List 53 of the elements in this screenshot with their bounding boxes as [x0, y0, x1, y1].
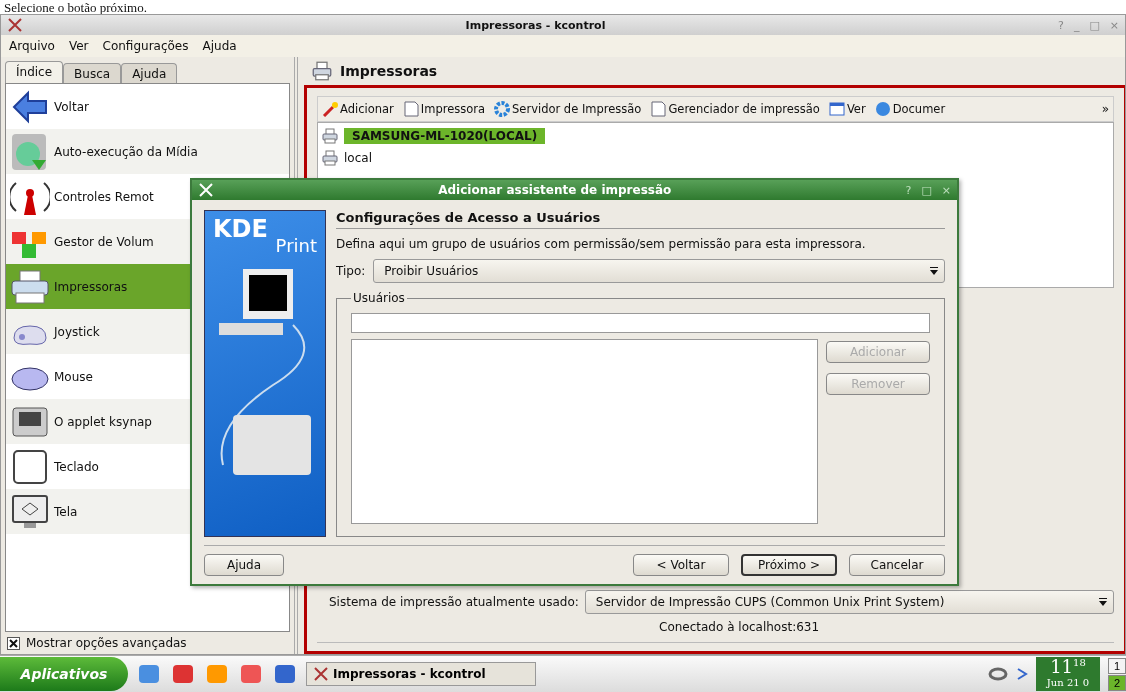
toolbar-button[interactable]: Gerenciador de impressão: [650, 101, 826, 117]
dialog-button[interactable]: Cancelar: [849, 554, 945, 576]
dialog-title: Adicionar assistente de impressão: [437, 183, 673, 197]
user-input-field[interactable]: [351, 313, 930, 333]
toolbar-button[interactable]: Ver: [828, 101, 872, 117]
printer-row[interactable]: local: [322, 147, 1109, 169]
dialog-button[interactable]: Próximo >: [741, 554, 837, 576]
section-heading: Configurações de Acesso a Usuários: [336, 210, 945, 229]
printer-icon: [322, 150, 338, 166]
window-icon: [828, 101, 845, 117]
window-title: Impressoras - kcontrol: [464, 18, 607, 32]
system-select[interactable]: Servidor de Impressão CUPS (Common Unix Print System): [584, 590, 1114, 614]
document-caption: Selecione o botão próximo.: [3, 0, 148, 14]
menu-item[interactable]: Ver: [68, 39, 89, 53]
description-text: Defina aqui um grupo de usuários com permissão/sem permissão para esta impressora.: [336, 237, 867, 251]
menu-item[interactable]: Arquivo: [9, 39, 55, 53]
toolbar-button[interactable]: Adicionar: [322, 101, 400, 117]
printer-icon: [322, 128, 338, 144]
magic-wand-icon: [322, 101, 338, 117]
dialog-button[interactable]: Ajuda: [204, 554, 284, 576]
overflow-button[interactable]: »: [1101, 102, 1109, 116]
dialog-button[interactable]: < Voltar: [633, 554, 729, 576]
checkbox-label: Mostrar opções avançadas: [26, 636, 187, 650]
connection-status: Conectado à localhost:631: [317, 620, 1114, 643]
dropdown-arrow-icon: [1097, 596, 1109, 608]
toolbar-button[interactable]: Servidor de Impressão: [494, 101, 648, 117]
system-label: Sistema de impressão atualmente usado:: [329, 595, 579, 609]
ring-icon: [988, 667, 1008, 681]
logo-text: KDE: [213, 217, 269, 241]
menu-item[interactable]: Ajuda: [202, 39, 237, 53]
page-icon: [650, 101, 667, 117]
desktop-button[interactable]: 2: [1108, 674, 1126, 691]
chevron-icon: [1016, 667, 1028, 681]
menu-item[interactable]: Configurações: [102, 39, 189, 53]
printer-row[interactable]: SAMSUNG-ML-1020(LOCAL): [322, 125, 1109, 147]
toolbar-button[interactable]: Impressora: [402, 101, 492, 117]
printer-icon: [312, 61, 332, 81]
page-icon: [402, 101, 419, 117]
sidebar-tab[interactable]: Ajuda: [121, 63, 178, 83]
panel-title: Impressoras: [340, 63, 438, 79]
type-label: Tipo:: [336, 264, 366, 278]
sidebar-tab[interactable]: Índice: [5, 61, 64, 83]
gear-icon: [494, 101, 511, 117]
group-label: Usuários: [352, 291, 406, 305]
sidebar-tab[interactable]: Busca: [63, 63, 122, 83]
dropdown-arrow-icon: [928, 265, 940, 277]
start-button[interactable]: Aplicativos: [0, 657, 128, 691]
toolbar-button[interactable]: Documer: [874, 101, 952, 117]
task-button[interactable]: Impressoras - kcontrol: [306, 662, 536, 686]
desktop-button[interactable]: 1: [1108, 657, 1126, 674]
checkbox[interactable]: [7, 636, 20, 650]
module-item[interactable]: Auto-execução da Mídia: [6, 129, 289, 174]
type-select[interactable]: Proibir Usuários: [373, 259, 945, 283]
